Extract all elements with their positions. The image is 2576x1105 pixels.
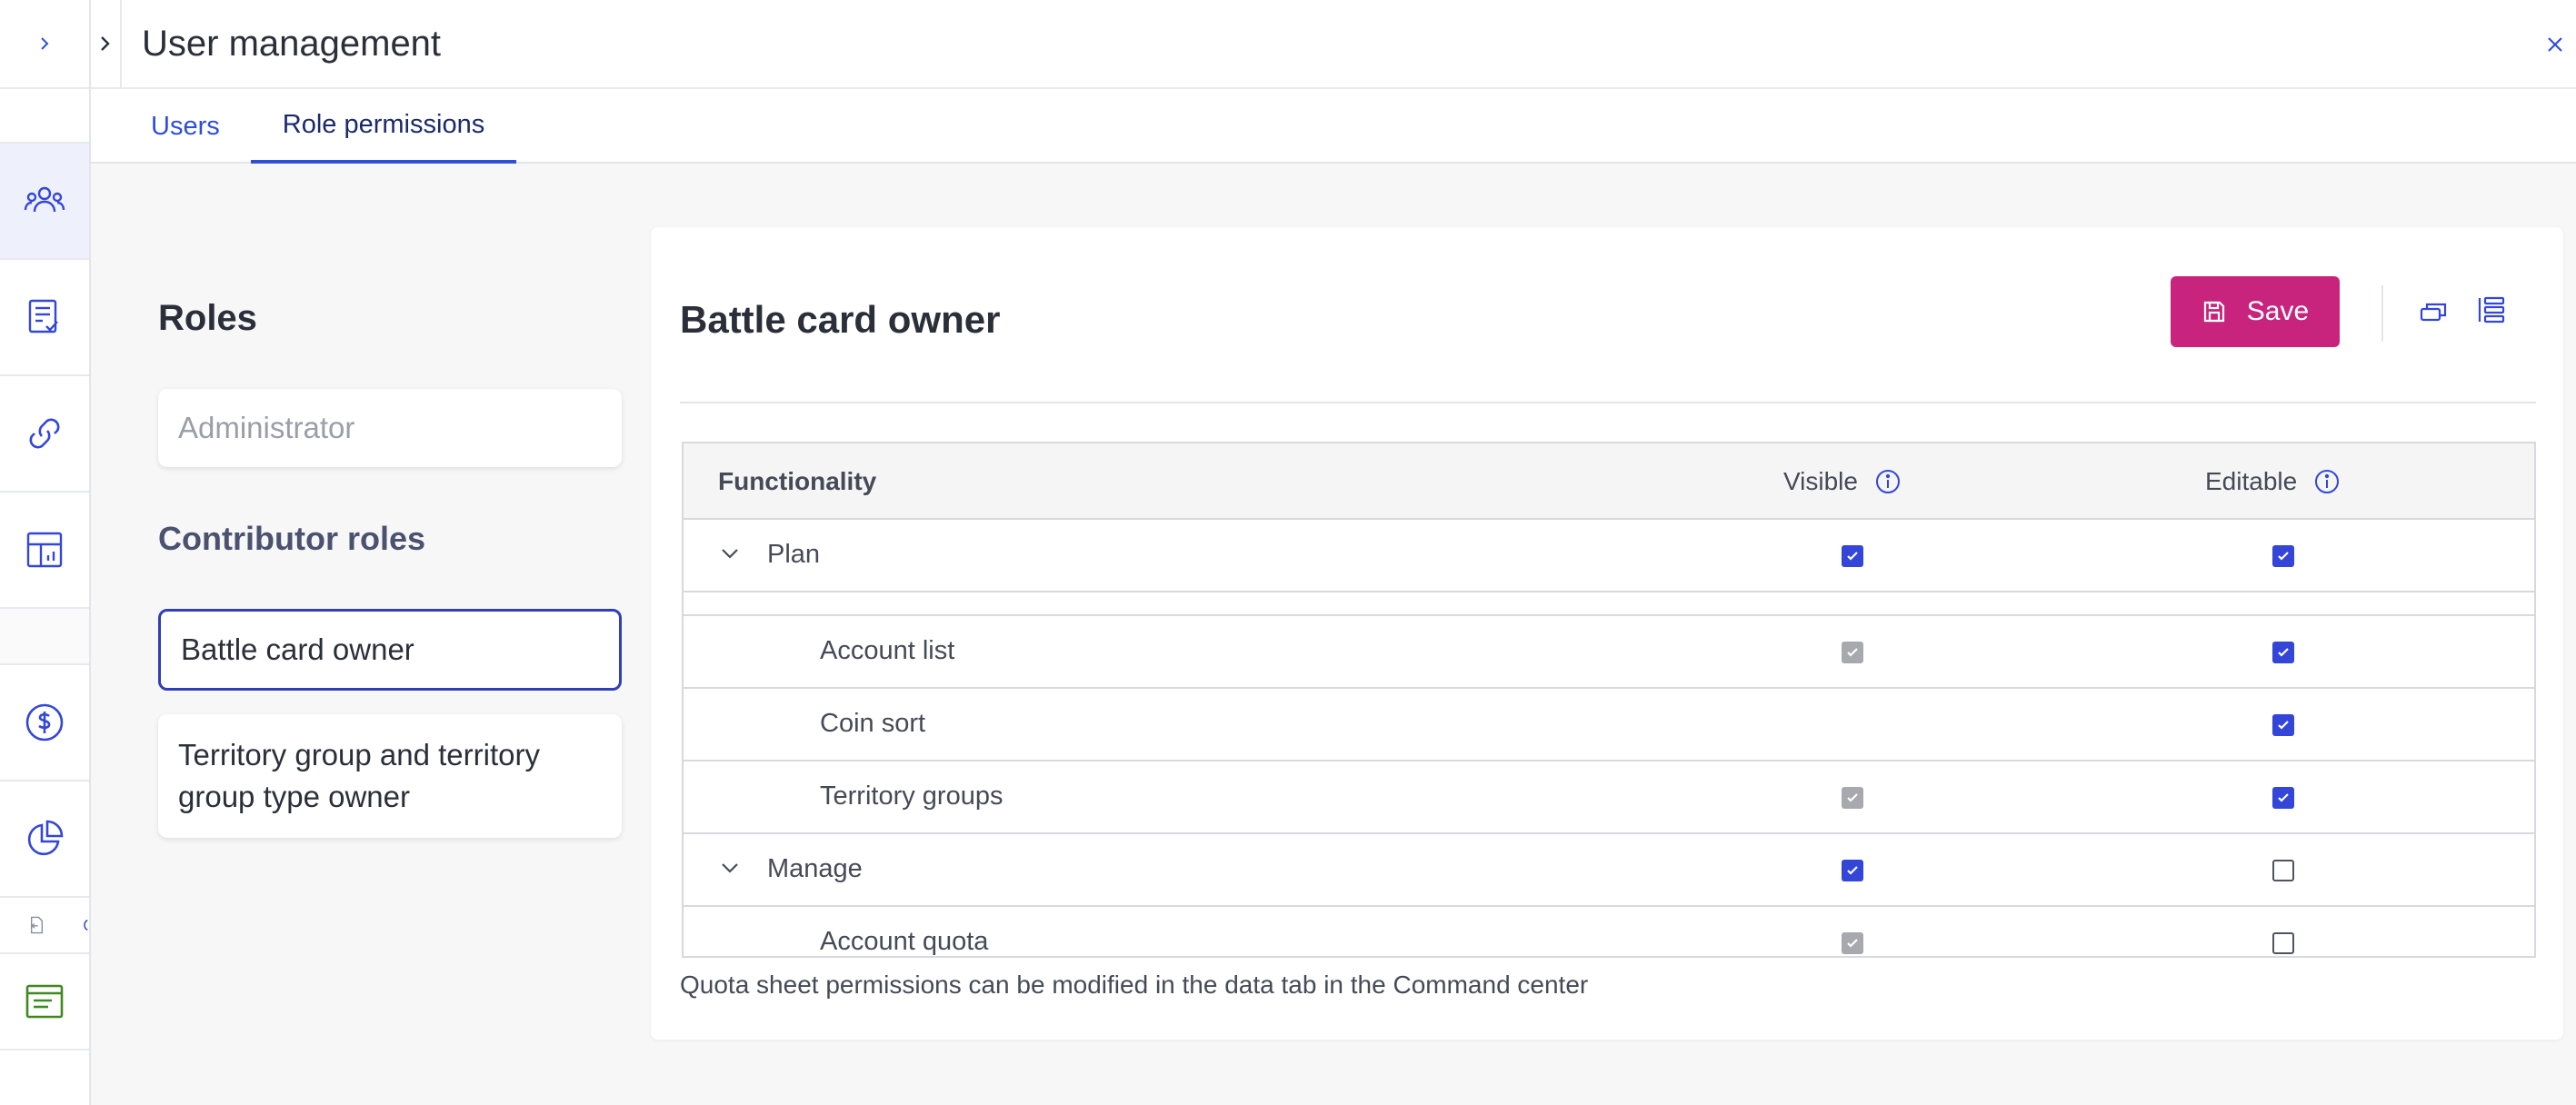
tab-role-permissions[interactable]: Role permissions (251, 89, 516, 164)
editable-checkbox[interactable] (2272, 714, 2294, 736)
rail-spacer (0, 609, 89, 665)
toolbar-divider (2381, 285, 2383, 342)
rail-spacer (0, 89, 89, 144)
row-label: Coin sort (820, 709, 926, 738)
column-header-editable: Editable (2205, 467, 2341, 496)
table-row-account-quota[interactable]: Account quota (684, 907, 2534, 956)
tab-bar: Users Role permissions (91, 89, 2576, 164)
rail-dashboard-button[interactable] (0, 493, 89, 609)
collapse-all-icon[interactable] (2418, 296, 2449, 327)
visible-checkbox-disabled (1842, 642, 1863, 663)
rail-dollar-button[interactable] (0, 665, 89, 781)
chevron-right-icon (41, 37, 49, 50)
users-icon (24, 186, 65, 213)
row-label: Manage (767, 854, 863, 883)
checklist-icon (28, 299, 58, 333)
visible-checkbox-disabled (1842, 932, 1863, 954)
header-expand-button[interactable] (91, 0, 122, 88)
table-row-plan[interactable]: Plan (684, 520, 2534, 592)
role-card-administrator[interactable]: Administrator (158, 389, 622, 467)
save-button[interactable]: Save (2171, 276, 2340, 347)
rail-checklist-button[interactable] (0, 260, 89, 376)
rail-users-button[interactable] (0, 144, 89, 260)
visible-checkbox[interactable] (1842, 545, 1863, 567)
rail-mini-row (0, 898, 89, 954)
window-title: User management (142, 23, 442, 64)
file-import-icon[interactable] (27, 913, 45, 937)
save-icon (2203, 301, 2224, 323)
permissions-table: Functionality Visible Editable Plan Acco… (682, 442, 2536, 958)
panel-title: Battle card owner (680, 298, 1001, 341)
tab-users[interactable]: Users (151, 89, 220, 164)
table-row-account-list[interactable]: Account list (684, 616, 2534, 689)
chevron-right-icon (101, 36, 110, 51)
rail-pie-chart-button[interactable] (0, 781, 89, 898)
link-icon (29, 418, 60, 449)
row-label: Account list (820, 636, 955, 665)
column-header-editable-label: Editable (2205, 467, 2298, 495)
role-card-territory-group-owner[interactable]: Territory group and territory group type… (158, 714, 622, 838)
column-header-visible: Visible (1783, 467, 1902, 496)
row-label: Account quota (820, 927, 989, 956)
chevron-down-icon[interactable] (718, 856, 742, 880)
panel-divider (680, 402, 2536, 403)
editable-checkbox[interactable] (2272, 787, 2294, 809)
editable-checkbox[interactable] (2272, 860, 2294, 881)
editable-checkbox[interactable] (2272, 932, 2294, 954)
role-card-battle-card-owner[interactable]: Battle card owner (158, 609, 622, 691)
column-header-functionality: Functionality (718, 467, 877, 495)
column-header-visible-label: Visible (1783, 467, 1858, 495)
permissions-panel: Battle card owner Save Functionality Vis… (651, 227, 2563, 1040)
table-row-coin-sort[interactable]: Coin sort (684, 689, 2534, 762)
list-icon (25, 984, 64, 1019)
window-header: User management (91, 0, 2576, 89)
rail-expand-button[interactable] (0, 0, 89, 89)
roles-heading: Roles (158, 298, 257, 338)
contributor-roles-heading: Contributor roles (158, 520, 425, 557)
editable-checkbox[interactable] (2272, 545, 2294, 567)
info-icon[interactable] (1874, 468, 1902, 495)
pie-chart-icon (27, 820, 64, 856)
footnote: Quota sheet permissions can be modified … (680, 971, 1589, 999)
left-nav-rail (0, 0, 91, 1105)
table-row-partial (684, 592, 2534, 616)
chevron-down-icon[interactable] (718, 542, 742, 565)
dashboard-icon (26, 532, 63, 568)
visible-checkbox-disabled (1842, 787, 1863, 809)
table-row-manage[interactable]: Manage (684, 834, 2534, 907)
row-label: Territory groups (820, 781, 1003, 811)
visible-checkbox[interactable] (1842, 860, 1863, 881)
editable-checkbox[interactable] (2272, 642, 2294, 663)
rail-link-button[interactable] (0, 376, 89, 493)
partial-icon (84, 919, 88, 931)
close-icon (2548, 37, 2562, 52)
dollar-icon (25, 703, 64, 742)
row-label: Plan (767, 540, 821, 569)
table-header: Functionality Visible Editable (684, 443, 2534, 520)
table-row-territory-groups[interactable]: Territory groups (684, 762, 2534, 834)
close-button[interactable] (2541, 31, 2569, 58)
info-icon[interactable] (2313, 468, 2341, 495)
expand-all-icon[interactable] (2476, 294, 2507, 325)
save-button-label: Save (2246, 296, 2310, 326)
rail-list-button[interactable] (0, 954, 89, 1050)
